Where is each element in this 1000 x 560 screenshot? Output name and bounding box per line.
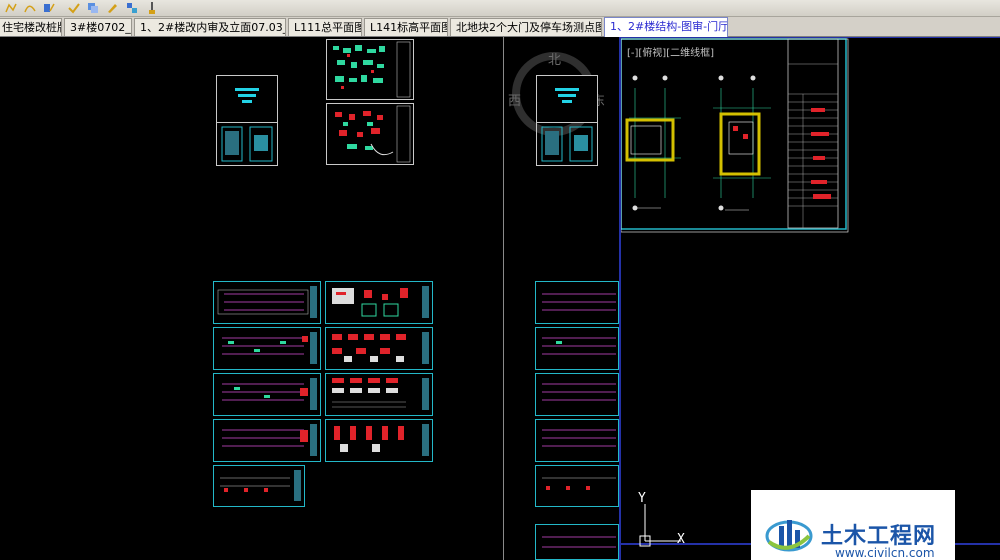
index-sheet-thumbnail[interactable] [216, 122, 278, 166]
compass-west-label[interactable]: 西 [508, 90, 521, 109]
cover-sheet-thumbnail-right[interactable] [536, 75, 598, 123]
detail-sheet-2[interactable] [325, 327, 433, 370]
elevation-graphic-4 [222, 424, 317, 456]
site-plan-graphic-1 [333, 41, 411, 98]
tab-residential-pile[interactable]: 住宅楼改桩版 [0, 18, 62, 36]
elevation-sheet-right-5[interactable] [535, 465, 619, 507]
index-sheet-graphic [221, 126, 273, 162]
elevation-graphic-right-5 [542, 477, 616, 490]
detail-graphic-2 [332, 332, 429, 364]
toolbar [0, 0, 1000, 17]
edit-icon[interactable] [42, 1, 56, 15]
elevation-sheet-right-4[interactable] [535, 419, 619, 462]
elevation-sheet-3[interactable] [213, 373, 321, 416]
tab-building12-review[interactable]: 1、2#楼改内审及立面07.03_t3 [134, 18, 286, 36]
elevation-graphic-right-2 [542, 337, 616, 355]
site-plan-sheet-1[interactable] [326, 39, 414, 100]
index-sheet-thumbnail-right[interactable] [536, 122, 598, 166]
elevation-sheet-5[interactable] [213, 465, 305, 507]
cover-title-graphic [235, 88, 259, 103]
elevation-sheet-2[interactable] [213, 327, 321, 370]
detail-sheet-1[interactable] [325, 281, 433, 324]
detail-sheet-4[interactable] [325, 419, 433, 462]
tab-building3[interactable]: 3#楼0702_t8 [64, 18, 132, 36]
pencil-icon[interactable] [105, 1, 119, 15]
tab-building12-structure[interactable]: 1、2#楼结构-图审-门厅 [604, 17, 728, 37]
elevation-sheet-4[interactable] [213, 419, 321, 462]
drawing-canvas[interactable]: 北 西 东 [-][俯视][二维线框] Y X 土木工程网 www.civilc… [0, 37, 1000, 560]
elevation-sheet-right-1[interactable] [535, 281, 619, 324]
lobby-structure-drawing [621, 38, 1000, 547]
polyline-icon[interactable] [4, 1, 18, 15]
detail-graphic-4 [334, 424, 429, 456]
elevation-graphic-right-4 [542, 429, 616, 447]
document-tab-bar: 住宅楼改桩版 3#楼0702_t8 1、2#楼改内审及立面07.03_t3 L1… [0, 17, 1000, 37]
floating-viewport[interactable]: [-][俯视][二维线框] [619, 37, 1000, 560]
ucs-y-label: Y [638, 491, 646, 506]
elevation-graphic-right-6 [542, 536, 616, 548]
detail-sheet-3[interactable] [325, 373, 433, 416]
elevation-graphic-3 [222, 378, 317, 410]
match-properties-icon[interactable] [67, 1, 81, 15]
brush-icon[interactable] [145, 1, 159, 15]
elevation-graphic-1 [217, 286, 317, 318]
watermark-url: www.civilcn.com [835, 546, 935, 560]
site-plan-graphic-2 [335, 105, 411, 163]
cover-sheet-thumbnail[interactable] [216, 75, 278, 123]
elevation-sheet-right-6[interactable] [535, 524, 619, 560]
elevation-sheet-right-3[interactable] [535, 373, 619, 416]
spline-icon[interactable] [23, 1, 37, 15]
detail-graphic-3 [332, 378, 429, 410]
viewport-divider [503, 37, 504, 560]
watermark-logo: 土木工程网 www.civilcn.com [751, 490, 955, 560]
index-sheet-graphic-right [541, 126, 593, 162]
elevation-sheet-right-2[interactable] [535, 327, 619, 370]
viewport-controls-label[interactable]: [-][俯视][二维线框] [627, 44, 714, 59]
elevation-graphic-5 [220, 470, 301, 501]
tab-north-plot-survey[interactable]: 北地块2个大门及停车场测点图 [450, 18, 602, 36]
elevation-sheet-1[interactable] [213, 281, 321, 324]
civil-logo-icon [765, 520, 813, 552]
cover-title-graphic-right [555, 88, 579, 103]
site-plan-sheet-2[interactable] [326, 103, 414, 165]
elevation-graphic-right-3 [542, 383, 616, 401]
detail-graphic-1 [332, 286, 429, 318]
elevation-graphic-right-1 [542, 293, 616, 311]
ucs-x-label: X [677, 532, 685, 547]
copy-icon[interactable] [86, 1, 100, 15]
tab-l141-elevation-plan[interactable]: L141标高平面图 [364, 18, 448, 36]
compass-north-label[interactable]: 北 [548, 49, 561, 68]
layer-icon[interactable] [125, 1, 139, 15]
tab-l111-site-plan[interactable]: L111总平面图 [288, 18, 362, 36]
elevation-graphic-2 [222, 332, 317, 364]
